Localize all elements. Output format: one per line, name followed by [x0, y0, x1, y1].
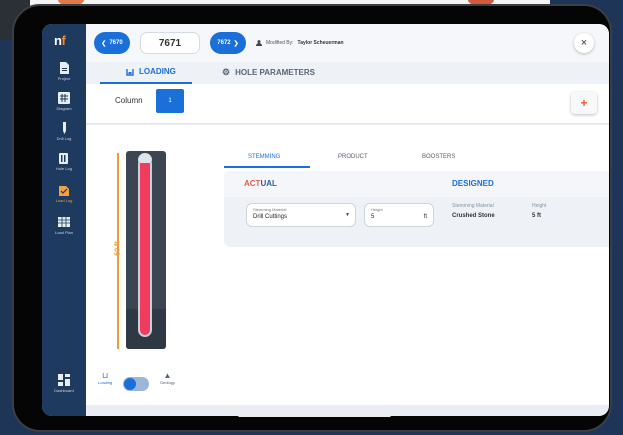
plus-icon: +: [580, 96, 588, 110]
view-toggle-switch[interactable]: [123, 377, 149, 391]
tab-bar: LOADING ⚙ HOLE PARAMETERS: [86, 62, 609, 84]
active-sub-tab-indicator: [224, 166, 310, 168]
tab-hole-parameters-label: HOLE PARAMETERS: [235, 68, 315, 77]
tab-loading-label: LOADING: [139, 67, 176, 76]
actual-title-part: ACT: [244, 179, 261, 188]
grid-icon: [58, 92, 70, 104]
sidebar-item-label: Diagram: [56, 106, 72, 111]
stemming-material-value: Drill Cuttings: [253, 214, 288, 220]
sidebar-item-drill-log[interactable]: Drill Log: [42, 122, 86, 141]
geology-view-label: Geology: [160, 380, 175, 385]
product-sub-tabs: STEMMING PRODUCT BOOSTERS: [224, 151, 524, 169]
tab-loading[interactable]: LOADING: [126, 67, 176, 76]
hole-diagram: 50 ft: [114, 151, 166, 351]
depth-label: 50 ft: [114, 241, 122, 256]
sidebar-item-load-plan[interactable]: Load Plan: [42, 216, 86, 235]
tab-hole-parameters[interactable]: ⚙ HOLE PARAMETERS: [222, 67, 315, 78]
loading-content: 50 ft ⊔ Loading ▲ Geology STEMMING PRODU…: [86, 125, 609, 405]
sidebar-item-label: Load Plan: [54, 230, 73, 235]
main-panel: ❮ 7670 7671 7672 ❯ Modified By: Taylor S…: [86, 24, 609, 416]
home-indicator[interactable]: [238, 414, 391, 417]
modified-by: Modified By: Taylor Scheuerman: [256, 40, 344, 46]
designed-height-label: Height: [532, 203, 547, 209]
sidebar: nf Project Diagram Drill Log Hole Log Lo…: [42, 24, 86, 416]
sidebar-item-project[interactable]: Project: [42, 62, 86, 81]
loading-icon: ⊔: [102, 371, 109, 380]
sidebar-item-hole-log[interactable]: Hole Log: [42, 152, 86, 171]
explosive-charge[interactable]: [138, 157, 152, 337]
sidebar-item-label: Drill Log: [56, 136, 72, 141]
column-selector: Column 1 +: [86, 84, 609, 124]
view-toggle: ⊔ Loading ▲ Geology: [96, 371, 196, 393]
height-label: Height: [371, 207, 383, 212]
caret-down-icon: ▼: [345, 212, 350, 218]
table-icon: [58, 217, 70, 227]
add-column-button[interactable]: +: [571, 92, 597, 114]
header-bar: ❮ 7670 7671 7672 ❯ Modified By: Taylor S…: [86, 24, 609, 62]
sidebar-item-diagram[interactable]: Diagram: [42, 92, 86, 111]
actual-title-part: UAL: [260, 179, 277, 188]
tab-product[interactable]: PRODUCT: [338, 154, 368, 160]
close-icon: ×: [580, 37, 588, 49]
modified-by-label: Modified By:: [266, 40, 294, 46]
load-log-icon: [59, 186, 69, 196]
app-screen: nf Project Diagram Drill Log Hole Log Lo…: [42, 24, 609, 416]
stemming-cap[interactable]: [138, 153, 152, 163]
stemming-panel: ACTUAL DESIGNED Stemming Material Drill …: [224, 171, 609, 247]
loading-view-label: Loading: [98, 380, 113, 385]
stemming-material-select[interactable]: Stemming Material Drill Cuttings ▼: [246, 203, 356, 227]
geology-view-option[interactable]: ▲ Geology: [160, 371, 175, 385]
modified-by-user: Taylor Scheuerman: [297, 40, 344, 46]
designed-stemming-material: Stemming Material Crushed Stone: [452, 203, 495, 219]
dashboard-icon: [58, 374, 70, 386]
designed-height: Height 5 ft: [532, 203, 546, 219]
hole-log-icon: [59, 153, 68, 164]
sidebar-item-dashboard[interactable]: Dashboard: [42, 374, 86, 393]
app-logo: nf: [54, 33, 66, 48]
designed-material-label: Stemming Material: [452, 203, 494, 209]
drill-icon: [63, 122, 66, 134]
user-icon: [256, 40, 262, 46]
toggle-knob: [124, 378, 136, 390]
document-icon: [60, 62, 69, 74]
loading-view-option[interactable]: ⊔ Loading: [98, 371, 112, 385]
sidebar-item-label: Dashboard: [54, 388, 74, 393]
previous-hole-label: 7670: [109, 40, 123, 46]
designed-height-value: 5 ft: [532, 213, 541, 219]
sidebar-item-label: Load Log: [55, 198, 73, 203]
loading-icon: [126, 68, 134, 76]
designed-material-value: Crushed Stone: [452, 213, 495, 219]
tablet-frame: nf Project Diagram Drill Log Hole Log Lo…: [12, 4, 612, 432]
sidebar-item-load-log[interactable]: Load Log: [42, 184, 86, 203]
height-input[interactable]: Height 5 ft: [364, 203, 434, 227]
height-unit: ft: [423, 214, 427, 220]
next-hole-button[interactable]: 7672 ❯: [210, 32, 246, 54]
tab-boosters[interactable]: BOOSTERS: [422, 154, 455, 160]
mountain-icon: ▲: [163, 371, 172, 380]
height-value: 5: [371, 214, 375, 220]
stemming-material-label: Stemming Material: [253, 207, 287, 212]
designed-title: DESIGNED: [452, 179, 494, 188]
chevron-left-icon: ❮: [101, 40, 107, 47]
column-1-button[interactable]: 1: [156, 89, 184, 113]
stemming-panel-header: ACTUAL DESIGNED: [224, 171, 609, 197]
previous-hole-button[interactable]: ❮ 7670: [94, 32, 130, 54]
actual-title: ACTUAL: [244, 179, 277, 188]
chevron-right-icon: ❯: [233, 40, 239, 47]
sidebar-item-label: Project: [57, 76, 71, 81]
next-hole-label: 7672: [217, 40, 231, 46]
sidebar-item-label: Hole Log: [55, 166, 72, 171]
close-button[interactable]: ×: [574, 33, 594, 53]
column-label: Column: [115, 96, 143, 105]
tab-stemming[interactable]: STEMMING: [248, 154, 280, 160]
hole-number-input[interactable]: 7671: [140, 32, 200, 54]
gear-icon: ⚙: [222, 67, 231, 77]
